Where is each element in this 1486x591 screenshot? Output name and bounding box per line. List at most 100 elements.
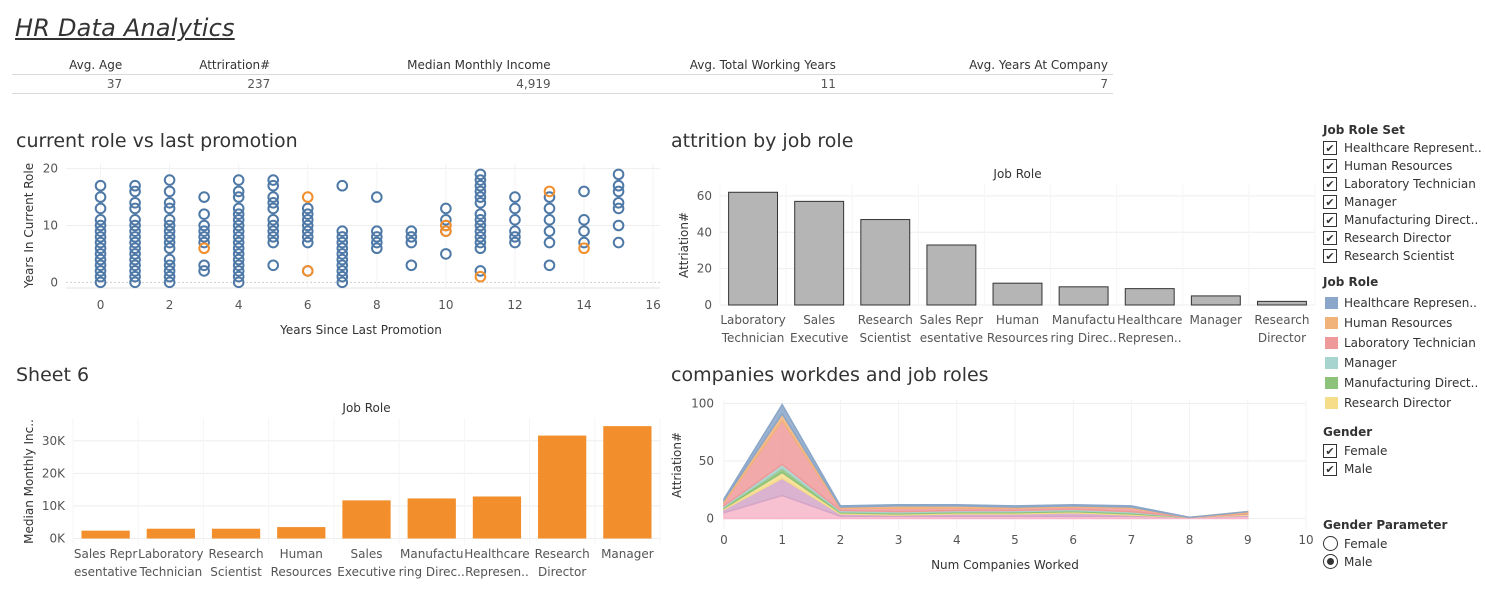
radio-icon[interactable] xyxy=(1323,536,1338,551)
x-tick-label: 3 xyxy=(895,533,903,547)
x-tick-label: 7 xyxy=(1128,533,1136,547)
job-role-legend-item[interactable]: Manager xyxy=(1323,353,1483,373)
check-icon[interactable]: ✔ xyxy=(1323,159,1337,173)
category-label: Laboratory xyxy=(720,313,785,327)
bar xyxy=(926,244,977,306)
gender-param-female[interactable]: Female xyxy=(1323,535,1483,553)
bar xyxy=(407,498,456,539)
y-tick-label: 10K xyxy=(42,499,66,513)
bar xyxy=(1256,300,1307,306)
category-label: Resources xyxy=(987,331,1048,345)
scatter-point xyxy=(612,168,625,181)
job-role-set-item[interactable]: ✔ Healthcare Represent.. xyxy=(1323,139,1483,157)
y-tick-label: 20 xyxy=(43,162,58,176)
job-role-legend-item[interactable]: Manufacturing Direct.. xyxy=(1323,373,1483,393)
job-role-legend: Job Role Healthcare Represen.. Human Reso… xyxy=(1323,275,1483,413)
job-role-legend-label: Healthcare Represen.. xyxy=(1344,296,1477,310)
legend-swatch xyxy=(1325,317,1338,329)
job-role-set-label: Research Director xyxy=(1344,231,1452,245)
job-role-set-item[interactable]: ✔ Research Director xyxy=(1323,229,1483,247)
scatter-point xyxy=(543,214,556,226)
legend-swatch xyxy=(1325,397,1338,409)
y-axis-title: Years In Current Role xyxy=(22,163,36,289)
job-role-set-title: Job Role Set xyxy=(1323,123,1405,137)
job-role-legend-item[interactable]: Research Director xyxy=(1323,393,1483,413)
job-role-set-item[interactable]: ✔ Human Resources xyxy=(1323,157,1483,175)
legend-swatch xyxy=(1325,297,1338,309)
category-label: Healthcare xyxy=(1117,313,1182,327)
y-axis-title: Median Monthly Inc.. xyxy=(22,419,36,544)
bar xyxy=(81,530,130,539)
gender-param-male[interactable]: Male xyxy=(1323,553,1483,571)
x-tick-label: 1 xyxy=(778,533,786,547)
category-label: Represen.. xyxy=(465,565,529,579)
scatter-point xyxy=(543,259,556,272)
x-tick-label: 9 xyxy=(1244,533,1252,547)
category-label: Sales xyxy=(803,313,835,327)
check-icon[interactable]: ✔ xyxy=(1323,231,1337,245)
category-label: Human xyxy=(996,313,1039,327)
bar xyxy=(603,426,652,539)
job-role-set-label: Human Resources xyxy=(1344,159,1453,173)
bar xyxy=(1190,295,1241,306)
category-label: Technician xyxy=(721,331,785,345)
attrition-bar-chart[interactable]: 0 20 40 60 Job Role Laboratory Technician Sales… xyxy=(677,167,1316,345)
category-label: Research xyxy=(1254,313,1309,327)
income-bar-chart[interactable]: 0K 10K 20K 30K Job Role Sales Repr esentativeL… xyxy=(22,401,661,579)
gender-filter-title: Gender xyxy=(1323,425,1373,439)
category-label: Manager xyxy=(1190,313,1243,327)
scatter-point xyxy=(543,225,556,237)
gender-option-label: Male xyxy=(1344,462,1373,476)
x-tick-label: 14 xyxy=(576,298,591,312)
gender-param-label: Female xyxy=(1344,537,1388,551)
gender-option-label: Female xyxy=(1344,444,1388,458)
job-role-legend-item[interactable]: Laboratory Technician xyxy=(1323,333,1483,353)
category-label: Sales Repr xyxy=(74,547,138,561)
check-icon[interactable]: ✔ xyxy=(1323,195,1337,209)
x-tick-label: 16 xyxy=(645,298,660,312)
scatter-point xyxy=(267,259,280,272)
y-axis-title: Attriation# xyxy=(670,432,684,498)
bar xyxy=(992,282,1043,306)
job-role-legend-item[interactable]: Healthcare Represen.. xyxy=(1323,293,1483,313)
job-role-set-label: Laboratory Technician xyxy=(1344,177,1476,191)
scatter-point xyxy=(198,208,210,220)
check-icon[interactable]: ✔ xyxy=(1323,213,1337,227)
category-label: Sales Repr xyxy=(920,313,984,327)
category-label: Research xyxy=(535,547,590,561)
y-tick-label: 20 xyxy=(697,262,712,276)
bar xyxy=(211,528,261,539)
x-tick-label: 12 xyxy=(507,298,522,312)
chart-header-label: Job Role xyxy=(992,167,1041,181)
x-tick-label: 8 xyxy=(373,298,381,312)
scatter-chart[interactable]: 0 10 20 0 2 4 6 8 10 12 14 16 Years Since Last Promo… xyxy=(22,162,661,337)
check-icon[interactable]: ✔ xyxy=(1323,141,1337,155)
radio-selected-icon[interactable] xyxy=(1323,554,1338,569)
y-tick-label: 40 xyxy=(697,225,712,239)
gender-option-male[interactable]: ✔ Male xyxy=(1323,460,1483,478)
job-role-set-label: Manufacturing Direct.. xyxy=(1344,213,1479,227)
job-role-set-item[interactable]: ✔ Manufacturing Direct.. xyxy=(1323,211,1483,229)
y-tick-label: 30K xyxy=(42,434,66,448)
job-role-legend-label: Laboratory Technician xyxy=(1344,336,1476,350)
job-role-legend-item[interactable]: Human Resources xyxy=(1323,313,1483,333)
check-icon[interactable]: ✔ xyxy=(1323,249,1337,263)
job-role-set-item[interactable]: ✔ Research Scientist xyxy=(1323,247,1483,263)
job-role-set-item[interactable]: ✔ Laboratory Technician xyxy=(1323,175,1483,193)
category-label: esentative xyxy=(74,565,137,579)
check-icon[interactable]: ✔ xyxy=(1323,177,1337,191)
job-role-set-item[interactable]: ✔ Manager xyxy=(1323,193,1483,211)
bar xyxy=(146,528,195,539)
bar xyxy=(472,496,522,539)
x-tick-label: 2 xyxy=(166,298,174,312)
bar xyxy=(538,435,587,539)
companies-area-chart[interactable]: 0 50 100 0 1 2 3 4 5 6 7 8 9 10 Num Companies Worked At… xyxy=(670,396,1314,572)
gender-option-female[interactable]: ✔ Female xyxy=(1323,442,1483,460)
bar xyxy=(1124,288,1175,306)
check-icon[interactable]: ✔ xyxy=(1323,444,1337,458)
gender-parameter: Gender Parameter Female Male xyxy=(1323,518,1483,571)
category-label: ring Direc.. xyxy=(1051,331,1117,345)
category-label: Technician xyxy=(138,565,202,579)
check-icon[interactable]: ✔ xyxy=(1323,462,1337,476)
scatter-point xyxy=(336,179,349,192)
